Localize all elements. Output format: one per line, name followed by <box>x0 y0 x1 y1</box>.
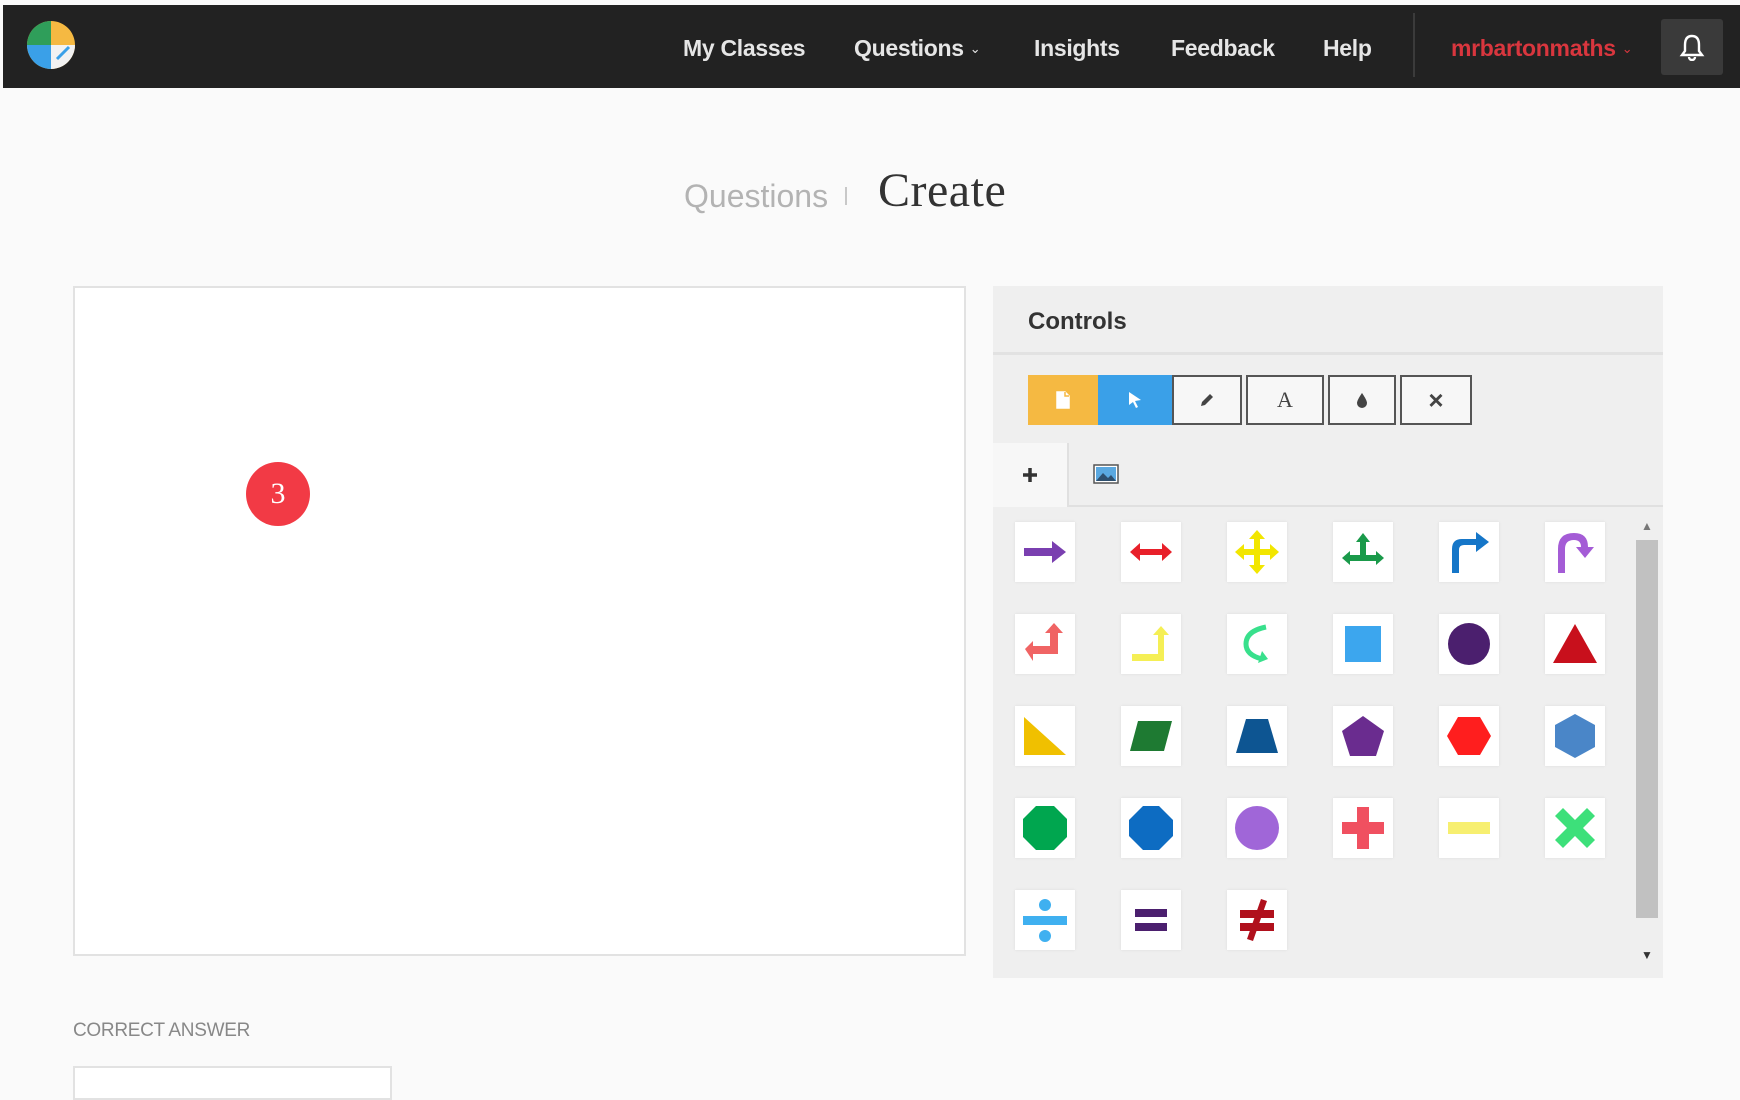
select-tool-button[interactable] <box>1098 375 1172 425</box>
breadcrumb-divider <box>845 187 847 205</box>
shape-divide-sign[interactable] <box>1015 890 1075 950</box>
nav-my-classes[interactable]: My Classes <box>683 35 806 62</box>
shape-octagon-blue[interactable] <box>1121 798 1181 858</box>
shape-parallelogram[interactable] <box>1121 706 1181 766</box>
nav-help[interactable]: Help <box>1323 35 1372 62</box>
times-sign-icon <box>1555 808 1595 848</box>
text-tool-button[interactable]: A <box>1246 375 1324 425</box>
u-turn-arrow-icon <box>1558 533 1594 573</box>
shape-hexagon-blue[interactable] <box>1545 706 1605 766</box>
corner-arrow-icon <box>1025 623 1063 661</box>
trapezium-icon <box>1236 719 1278 753</box>
controls-panel: Controls A × ▲ ▼ <box>993 286 1663 978</box>
plus-icon <box>1023 468 1037 482</box>
minus-sign-icon <box>1448 822 1490 834</box>
file-icon <box>1056 391 1070 409</box>
shape-times-sign[interactable] <box>1545 798 1605 858</box>
shape-octagon[interactable] <box>1015 798 1075 858</box>
text-icon: A <box>1277 387 1293 412</box>
nav-questions-label: Questions <box>854 35 964 61</box>
shape-arrow-three-way[interactable] <box>1333 522 1393 582</box>
right-triangle-icon <box>1024 717 1066 755</box>
user-name: mrbartonmaths <box>1451 35 1616 61</box>
bell-icon <box>1679 34 1705 61</box>
equals-sign-icon <box>1135 909 1167 931</box>
divide-sign-icon <box>1023 899 1067 942</box>
shape-square[interactable] <box>1333 614 1393 674</box>
controls-title: Controls <box>1028 308 1127 335</box>
numbered-marker[interactable]: 3 <box>246 462 310 526</box>
nav-feedback[interactable]: Feedback <box>1171 35 1275 62</box>
panel-divider <box>993 352 1663 355</box>
nav-questions[interactable]: Questions ⌄ <box>854 35 981 62</box>
correct-answer-label: CORRECT ANSWER <box>73 1020 251 1041</box>
triangle-icon <box>1553 624 1597 663</box>
tab-images[interactable] <box>1069 443 1143 505</box>
shape-equals-sign[interactable] <box>1121 890 1181 950</box>
breadcrumb-questions[interactable]: Questions <box>684 178 828 215</box>
shape-hexagon[interactable] <box>1439 706 1499 766</box>
chevron-down-icon: ⌄ <box>1621 41 1633 56</box>
octagon-blue-icon <box>1129 806 1173 850</box>
scroll-up-arrow[interactable]: ▲ <box>1641 519 1653 533</box>
app-logo[interactable] <box>25 19 77 71</box>
plus-sign-icon <box>1342 807 1384 849</box>
shape-circle[interactable] <box>1227 798 1287 858</box>
image-icon <box>1093 464 1119 484</box>
double-arrow-icon <box>1130 543 1172 561</box>
shape-arrow-four-way[interactable] <box>1227 522 1287 582</box>
pencil-tool-button[interactable] <box>1172 375 1242 425</box>
shape-right-triangle[interactable] <box>1015 706 1075 766</box>
drawing-canvas[interactable] <box>73 286 966 956</box>
pentagon-icon <box>1342 716 1384 756</box>
delete-tool-button[interactable]: × <box>1400 375 1472 425</box>
four-way-arrow-icon <box>1235 530 1279 574</box>
hexagon-icon <box>1447 717 1491 755</box>
fill-tool-button[interactable] <box>1328 375 1396 425</box>
tab-shapes[interactable] <box>993 443 1069 507</box>
correct-answer-input[interactable] <box>73 1066 392 1100</box>
top-navbar: My Classes Questions ⌄ Insights Feedback … <box>3 5 1740 88</box>
circle-icon <box>1235 806 1279 850</box>
shape-arrow-corner-yellow[interactable] <box>1121 614 1181 674</box>
shape-pentagon[interactable] <box>1333 706 1393 766</box>
shape-triangle[interactable] <box>1545 614 1605 674</box>
three-way-arrow-icon <box>1342 533 1384 565</box>
chevron-down-icon: ⌄ <box>969 41 981 56</box>
shape-tabs <box>993 443 1663 507</box>
shape-plus-sign[interactable] <box>1333 798 1393 858</box>
square-icon <box>1345 626 1381 662</box>
corner-arrow-yellow-icon <box>1132 626 1169 661</box>
shape-not-equal-sign[interactable] <box>1227 890 1287 950</box>
shape-arrow-right[interactable] <box>1015 522 1075 582</box>
circle-dark-icon <box>1448 623 1490 665</box>
scroll-down-arrow[interactable]: ▼ <box>1641 948 1653 962</box>
shape-trapezium[interactable] <box>1227 706 1287 766</box>
shape-minus-sign[interactable] <box>1439 798 1499 858</box>
shape-arrow-double[interactable] <box>1121 522 1181 582</box>
ink-drop-icon <box>1357 393 1367 408</box>
shape-arrow-curved[interactable] <box>1227 614 1287 674</box>
bent-arrow-icon <box>1452 532 1489 573</box>
shape-arrow-u-turn[interactable] <box>1545 522 1605 582</box>
nav-insights[interactable]: Insights <box>1034 35 1120 62</box>
parallelogram-icon <box>1130 721 1172 751</box>
shape-arrow-bent-right[interactable] <box>1439 522 1499 582</box>
close-icon: × <box>1428 384 1444 415</box>
cursor-icon <box>1129 392 1141 408</box>
arrow-right-icon <box>1024 541 1066 563</box>
not-equal-sign-icon <box>1240 899 1274 941</box>
curved-arrow-icon <box>1243 624 1268 663</box>
shape-arrow-corner-up[interactable] <box>1015 614 1075 674</box>
scrollbar-thumb[interactable] <box>1636 540 1658 918</box>
user-menu[interactable]: mrbartonmaths ⌄ <box>1451 35 1633 62</box>
nav-divider <box>1413 13 1415 77</box>
notifications-button[interactable] <box>1661 19 1723 75</box>
hexagon-blue-icon <box>1555 714 1595 758</box>
page-title: Create <box>878 164 1007 217</box>
octagon-icon <box>1023 806 1067 850</box>
shape-circle-small[interactable] <box>1439 614 1499 674</box>
new-page-button[interactable] <box>1028 375 1098 425</box>
pencil-icon <box>1201 394 1213 406</box>
